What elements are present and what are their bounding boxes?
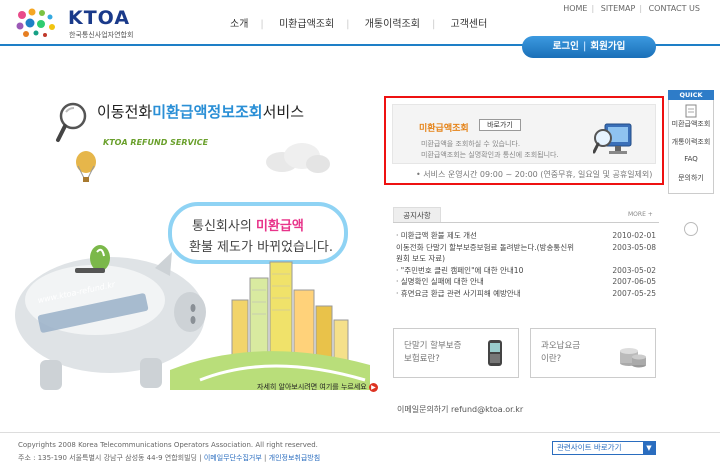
balloon-illustration [76, 151, 96, 182]
notice-more-link[interactable]: MORE + [628, 211, 653, 218]
footer-copyright: Copyrights 2008 Korea Telecommunications… [18, 441, 318, 449]
arrow-right-icon: ▶ [368, 382, 378, 392]
footer-address: 주소 : 135-190 서울특별시 강남구 삼성동 44-9 연합회빌딩 | … [18, 454, 321, 462]
list-item[interactable]: · "주민번호 클린 캠페인"에 대한 안내10 2003-05-02 [396, 265, 660, 277]
notice-divider [393, 222, 659, 223]
logo-subtitle: 한국통신사업자연합회 [69, 31, 134, 39]
hero-title-post: 서비스 [262, 103, 305, 121]
list-item[interactable]: · 휴면요금 환급 관련 사기피해 예방안내 2007-05-25 [396, 288, 660, 300]
footer-address-text: 주소 : 135-190 서울특별시 강남구 삼성동 44-9 연합회빌딩 [18, 454, 197, 462]
notice-date: 2003-05-02 [612, 265, 656, 275]
join-button[interactable]: 회원가입 [590, 41, 625, 52]
notice-title: 원회 보도 자료) [396, 254, 446, 263]
notice-date: 2007-05-25 [612, 288, 656, 298]
notice-title: · "주민번호 클린 캠페인"에 대한 안내10 [396, 265, 524, 275]
hero-subtitle: KTOA REFUND SERVICE [103, 138, 209, 147]
scroll-top-icon[interactable] [684, 222, 698, 236]
refund-lookup-panel: 미환급액조회 바로가기 미환급액을 조회하실 수 있습니다. 미환급액조회는 실… [384, 96, 664, 185]
list-item[interactable]: 이동전화 단말기 할부보증보험료 돌려받는다.(방송통신위 2003-05-08 [396, 242, 660, 254]
notice-date: 2010-02-01 [612, 231, 656, 240]
logo-text: KTOA [68, 7, 131, 29]
util-contact-link[interactable]: CONTACT US [649, 4, 700, 13]
refund-desc-line1: 미환급액을 조회하실 수 있습니다. [421, 140, 521, 148]
phone-icon [488, 340, 502, 366]
notice-title: · 미환급액 환불 제도 개선 [396, 231, 477, 240]
more-info-text: 자세히 알아보시려면 여기를 누르세요 [257, 383, 367, 391]
footer-privacy-link[interactable]: 개인정보취급방침 [269, 454, 321, 462]
nav-item-history[interactable]: 개통이력조회 [353, 15, 432, 30]
more-info-link[interactable]: 자세히 알아보시려면 여기를 누르세요 ▶ [257, 382, 378, 392]
notice-list: · 미환급액 환불 제도 개선 2010-02-01 이동전화 단말기 할부보증보… [396, 230, 660, 299]
util-sitemap-link[interactable]: SITEMAP [601, 4, 636, 13]
promo-overpayment[interactable]: 과오납요금이란? [530, 328, 656, 378]
logo-dots-icon [16, 8, 55, 37]
hero-title-highlight: 미환급액정보조회 [152, 103, 263, 121]
coins-icon [620, 348, 646, 368]
plus-icon: + [647, 211, 653, 218]
notice-title: · 휴면요금 환급 관련 사기피해 예방안내 [396, 288, 521, 298]
magnifier-icon [56, 102, 87, 142]
email-inquiry[interactable]: 이메일문의하기 refund@ktoa.or.kr [397, 404, 523, 415]
chevron-down-icon: ▼ [643, 442, 655, 454]
hero-title-pre: 이동전화 [97, 103, 153, 121]
promo-overpayment-line1: 과오납요금 [541, 341, 581, 351]
footer-email-refusal-link[interactable]: 이메일무단수집거부 [204, 454, 262, 462]
service-hours: • 서비스 운영시간 09:00 ~ 20:00 (연중무휴, 일요일 및 공휴… [416, 170, 653, 179]
nav-item-intro[interactable]: 소개 [218, 15, 260, 30]
related-sites-label: 관련사이트 바로가기 [557, 443, 622, 452]
notice-date: 2003-05-08 [612, 242, 656, 252]
list-item[interactable]: 원회 보도 자료) [396, 253, 660, 265]
promo-insurance-line2: 보험료란? [404, 354, 440, 364]
related-sites-select[interactable]: 관련사이트 바로가기 ▼ [552, 441, 656, 455]
header: KTOA 한국통신사업자연합회 HOME | SITEMAP | CONTACT U… [0, 0, 720, 60]
list-item[interactable]: · 실명확인 실패에 대한 안내 2007-06-05 [396, 276, 660, 288]
promo-insurance[interactable]: 단말기 할부보증보험료란? [393, 328, 519, 378]
cloud-illustration [266, 143, 330, 173]
quick-menu: QUICK 미환급액조회 개통이력조회 FAQ 문의하기 [668, 90, 714, 194]
list-item[interactable]: · 미환급액 환불 제도 개선 2010-02-01 [396, 230, 660, 242]
notice-title: 이동전화 단말기 할부보증보험료 돌려받는다.(방송통신위 [396, 242, 575, 252]
refund-title: 미환급액조회 [419, 124, 469, 134]
quick-item-inquiry[interactable]: 문의하기 [669, 173, 713, 183]
bubble-line1-pre: 통신회사의 [192, 219, 256, 234]
quick-menu-title: QUICK [668, 90, 714, 100]
refund-lookup-box: 미환급액조회 바로가기 미환급액을 조회하실 수 있습니다. 미환급액조회는 실… [392, 104, 656, 164]
document-icon [685, 104, 697, 118]
utility-links: HOME | SITEMAP | CONTACT US [563, 4, 700, 13]
login-tab: 로그인 | 회원가입 [522, 36, 656, 58]
logo[interactable]: KTOA 한국통신사업자연합회 [14, 5, 164, 45]
hero-title: 이동전화미환급액정보조회서비스 [97, 101, 304, 122]
nav-item-support[interactable]: 고객센터 [439, 15, 500, 30]
quick-item-faq[interactable]: FAQ [669, 155, 713, 163]
util-home-link[interactable]: HOME [563, 4, 587, 13]
quick-item-refund[interactable]: 미환급액조회 [669, 119, 713, 129]
nav-item-refund[interactable]: 미환급액조회 [267, 15, 346, 30]
notice-more-text: MORE [628, 211, 646, 218]
notice-date: 2007-06-05 [612, 277, 656, 286]
refund-desc-line2: 미환급액조회는 실명확인과 통신에 조회됩니다. [421, 151, 559, 159]
main-nav: 소개 | 미환급액조회 | 개통이력조회 | 고객센터 [218, 15, 499, 30]
quick-item-history[interactable]: 개통이력조회 [669, 137, 713, 147]
notice-title: · 실명확인 실패에 대한 안내 [396, 277, 484, 286]
bubble-line1-highlight: 미환급액 [255, 219, 304, 234]
notice-tab[interactable]: 공지사항 [393, 207, 441, 223]
monitor-search-icon [593, 123, 632, 154]
refund-go-button[interactable]: 바로가기 [479, 119, 521, 131]
promo-overpayment-line2: 이란? [541, 354, 562, 364]
login-button[interactable]: 로그인 [553, 41, 579, 52]
footer-divider [0, 432, 720, 433]
promo-insurance-line1: 단말기 할부보증 [404, 341, 462, 351]
